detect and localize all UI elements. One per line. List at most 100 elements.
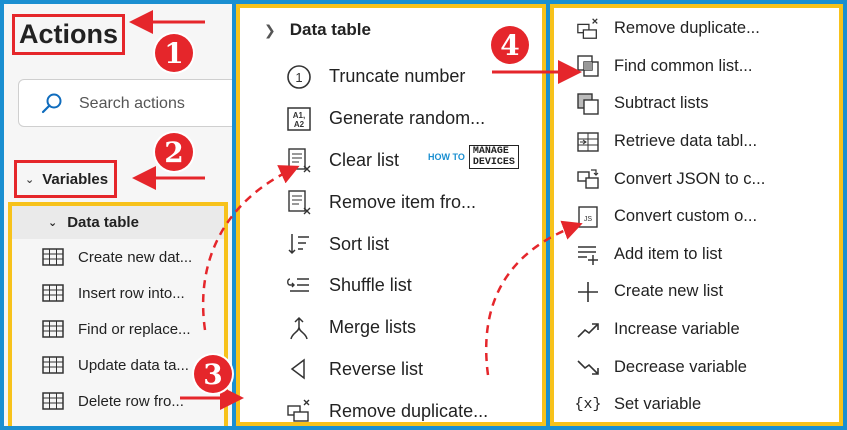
action-item-label: Retrieve data tabl... (614, 132, 758, 151)
step-badge-2: 2 (155, 133, 193, 171)
clear-list-icon (286, 147, 312, 173)
chevron-down-icon: ⌄ (25, 173, 35, 186)
data-table-header[interactable]: ⌄ Data table (12, 206, 224, 239)
action-item-label: Sort list (329, 233, 390, 254)
decrease-variable-icon (576, 355, 600, 379)
list-actions-pane: ❯ Data table 1 Truncate number A1, A2 Gen… (236, 4, 546, 426)
search-placeholder: Search actions (79, 95, 185, 112)
shuffle-list-icon (286, 273, 312, 299)
find-common-list-icon (576, 54, 600, 78)
data-table-group: ⌄ Data table Create new dat... Insert ro… (8, 202, 228, 426)
svg-text:A1,: A1, (293, 111, 305, 120)
action-item[interactable]: Subtract lists (576, 85, 765, 123)
action-item-label: Remove duplicate... (329, 400, 489, 421)
action-item[interactable]: Create new dat... (12, 239, 224, 275)
actions-title: Actions (12, 14, 126, 55)
remove-duplicate-icon (576, 17, 600, 41)
svg-text:JS: JS (584, 216, 593, 223)
action-item[interactable]: Remove duplicate... (286, 390, 489, 422)
svg-text:1: 1 (295, 70, 302, 85)
action-item[interactable]: Decrease variable (576, 348, 765, 386)
table-icon (42, 356, 64, 374)
action-item-label: Set variable (614, 395, 702, 414)
action-item[interactable]: Add item to list (576, 236, 765, 274)
action-item[interactable]: Create new list (576, 273, 765, 311)
action-item-label: Add item to list (614, 244, 723, 263)
action-item[interactable]: Delete row fro... (12, 383, 224, 419)
action-item-label: Merge lists (329, 317, 417, 338)
merge-lists-icon (286, 315, 312, 341)
reverse-list-icon (286, 356, 312, 382)
action-item[interactable]: Sort list (286, 223, 488, 265)
remove-item-icon (286, 189, 312, 215)
chevron-down-icon: ⌄ (48, 217, 58, 229)
action-item[interactable]: A1, A2 Generate random... (286, 98, 488, 140)
action-item-label: Decrease variable (614, 357, 747, 376)
create-new-list-icon (576, 280, 600, 304)
watermark-box: MANAGE DEVICES (468, 145, 519, 169)
sort-list-icon (286, 231, 312, 257)
action-item-label: Update data ta... (78, 356, 189, 374)
action-item-label: Create new list (614, 282, 724, 301)
data-table-collapsed-header[interactable]: ❯ Data table (264, 20, 371, 40)
action-item-label: Increase variable (614, 320, 740, 339)
action-item-label: Truncate number (329, 66, 466, 87)
action-item[interactable]: Shuffle list (286, 265, 488, 307)
action-item-label: Shuffle list (329, 275, 412, 296)
action-item-label: Remove duplicate... (614, 19, 760, 38)
action-item[interactable]: {x} Set variable (574, 386, 765, 422)
svg-text:A2: A2 (294, 120, 305, 129)
set-variable-icon: {x} (574, 396, 602, 414)
add-item-icon (576, 242, 600, 266)
action-item-label: Remove item fro... (329, 191, 477, 212)
variables-label: Variables (42, 170, 109, 188)
action-item[interactable]: Find or replace... (12, 311, 224, 347)
action-item[interactable]: Remove item fro... (286, 181, 488, 223)
action-item[interactable]: Reverse list (286, 349, 488, 391)
step-badge-3: 3 (194, 355, 232, 393)
step-badge-4: 4 (491, 26, 529, 64)
table-icon (42, 284, 64, 302)
search-icon (41, 92, 63, 119)
increase-variable-icon (576, 318, 600, 342)
action-item[interactable]: Retrieve data tabl... (576, 123, 765, 161)
watermark-how-to: HOW TO (428, 151, 465, 162)
table-icon (42, 392, 64, 410)
variables-group[interactable]: ⌄ Variables (14, 160, 118, 198)
action-item-label: Delete row fro... (78, 392, 184, 410)
action-item-label: Reverse list (329, 358, 424, 379)
action-item[interactable]: Merge lists (286, 307, 488, 349)
retrieve-data-table-icon (576, 130, 600, 154)
convert-json-icon (576, 167, 600, 191)
subtract-lists-icon (576, 92, 600, 116)
generate-random-icon: A1, A2 (286, 106, 312, 132)
action-item[interactable]: JS Convert custom o... (576, 198, 765, 236)
remove-duplicate-icon (286, 398, 312, 422)
search-input[interactable]: Search actions (18, 79, 232, 127)
chevron-right-icon: ❯ (264, 21, 276, 38)
watermark-manage: MANAGE (472, 146, 509, 157)
action-item[interactable]: 1 Truncate number (286, 56, 488, 98)
action-item-label: Clear list (329, 149, 400, 170)
action-item[interactable]: Remove duplicate... (576, 10, 765, 48)
action-item[interactable]: Find common list... (576, 48, 765, 86)
action-item-label: Create new dat... (78, 248, 193, 266)
action-item[interactable]: Convert JSON to c... (576, 160, 765, 198)
data-table-label: Data table (67, 214, 139, 231)
action-item-label: Convert custom o... (614, 207, 758, 226)
action-item[interactable]: Increase variable (576, 311, 765, 349)
truncate-number-icon: 1 (286, 64, 312, 90)
action-item-label: Find or replace... (78, 320, 191, 338)
action-item-label: Insert row into... (78, 284, 185, 302)
more-actions-pane: Remove duplicate... Find common list... … (550, 4, 843, 426)
table-icon (42, 320, 64, 338)
action-item-label: Find common list... (614, 56, 753, 75)
data-table-label: Data table (289, 20, 371, 39)
watermark-devices: DEVICES (472, 157, 515, 168)
action-item[interactable]: Update data ta... (12, 347, 224, 383)
step-badge-1: 1 (155, 34, 193, 72)
action-item[interactable]: Insert row into... (12, 275, 224, 311)
convert-custom-object-icon: JS (576, 205, 600, 229)
watermark-logo: HOW TO MANAGE DEVICES (428, 145, 519, 169)
action-item-label: Generate random... (329, 108, 486, 129)
